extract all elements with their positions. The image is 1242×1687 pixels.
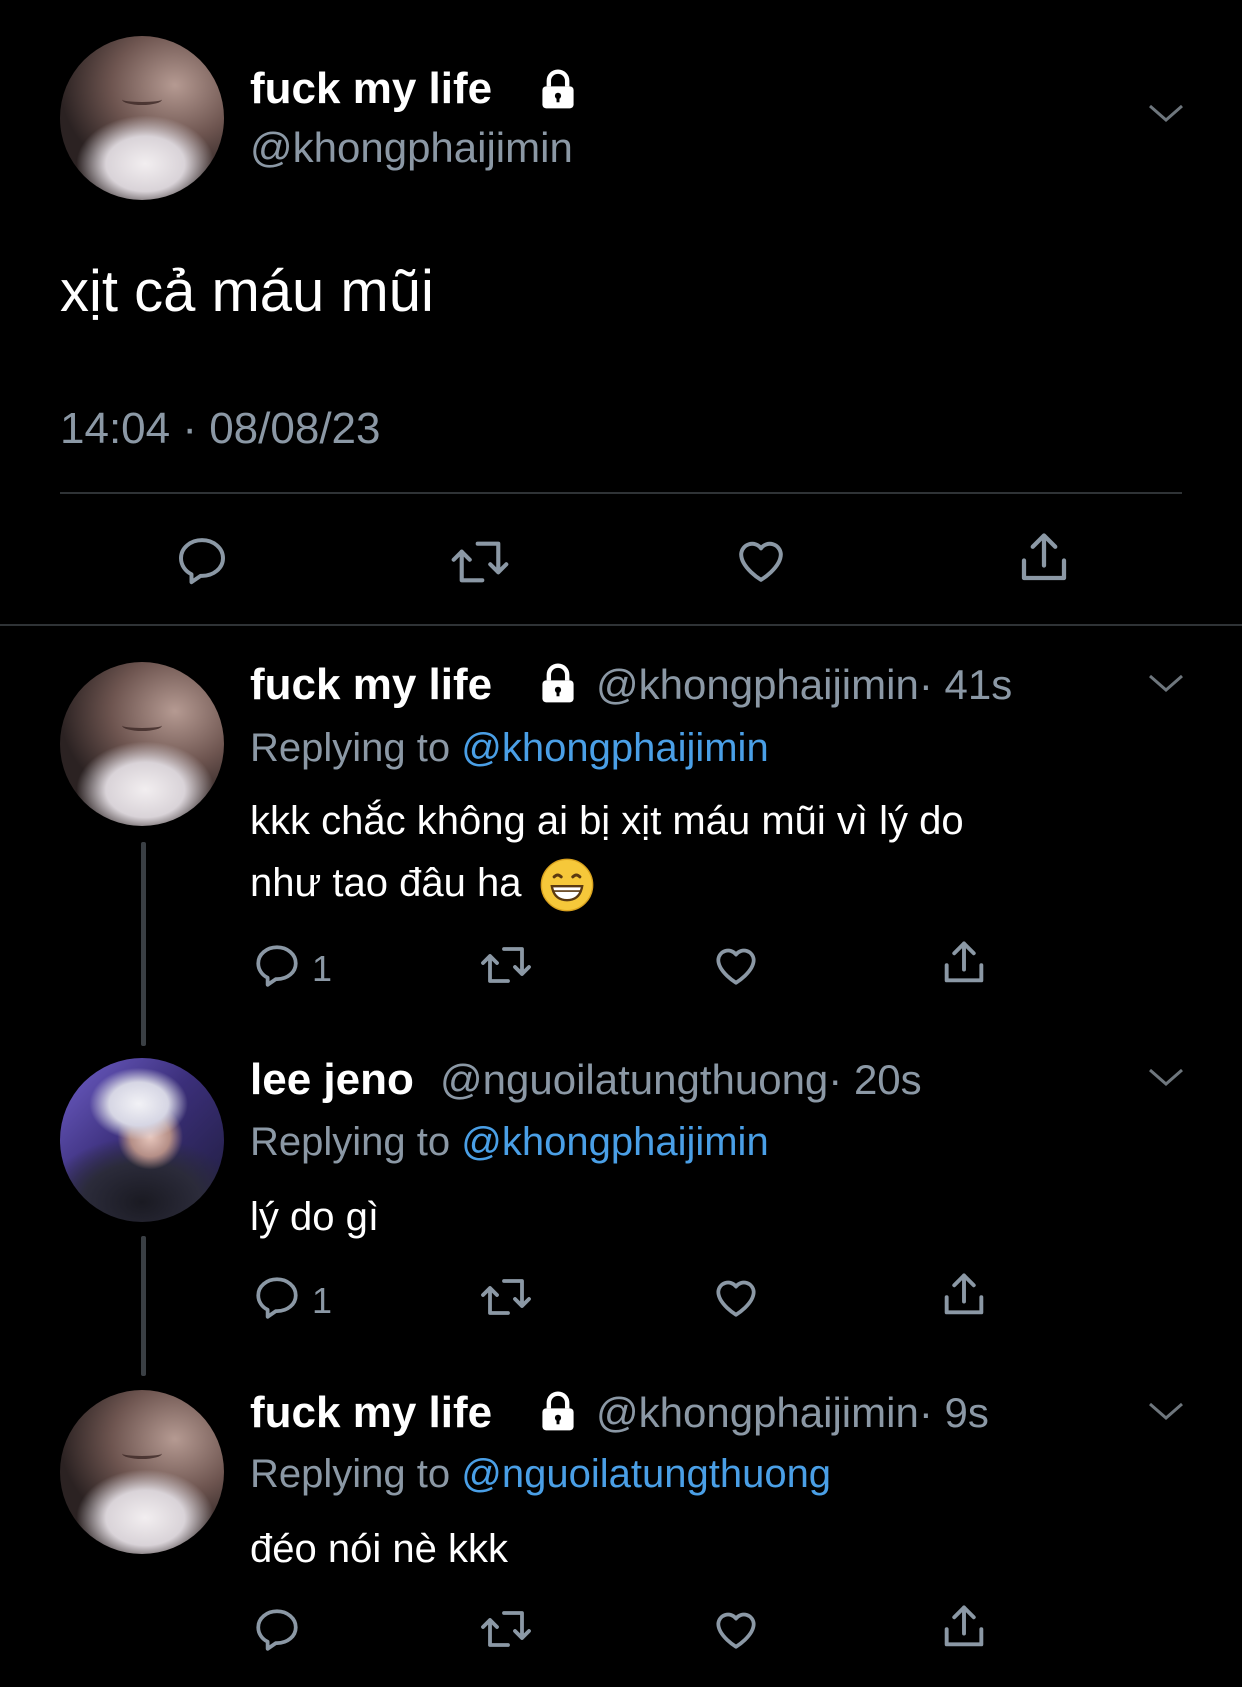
reply-text-line1: kkk chắc không ai bị xịt máu mũi vì lý d… <box>250 799 964 843</box>
reply-count: 1 <box>312 948 333 989</box>
divider <box>60 492 1182 494</box>
reply-icon[interactable] <box>252 1272 302 1322</box>
reply-handle[interactable]: @khongphaijimin· 41s <box>596 661 1012 709</box>
grinning-emoji-icon <box>539 857 595 913</box>
reply-text-line2-text: như tao đâu ha <box>250 861 522 905</box>
retweet-icon[interactable] <box>448 534 512 590</box>
reply-text: kkk chắc không ai bị xịt máu mũi vì lý d… <box>250 790 1150 914</box>
reply-text: lý do gì <box>250 1195 379 1239</box>
reply-handle-text[interactable]: @khongphaijimin <box>596 1389 919 1436</box>
main-tweet-text: xịt cả máu mũi <box>60 259 434 324</box>
replying-to-mention[interactable]: @khongphaijimin <box>461 1120 768 1164</box>
replying-to-label: Replying to <box>250 1452 451 1496</box>
chevron-down-icon[interactable] <box>1146 1398 1186 1426</box>
lock-icon <box>536 1390 580 1434</box>
reply-display-name[interactable]: lee jeno <box>250 1055 414 1105</box>
like-icon[interactable] <box>732 532 790 588</box>
share-icon[interactable] <box>938 936 990 990</box>
reply-icon[interactable] <box>252 940 302 990</box>
reply-avatar[interactable] <box>60 662 224 826</box>
like-icon[interactable] <box>710 940 762 990</box>
retweet-icon[interactable] <box>478 1604 534 1654</box>
reply-icon[interactable] <box>252 1604 302 1654</box>
retweet-icon[interactable] <box>478 1272 534 1322</box>
retweet-icon[interactable] <box>478 940 534 990</box>
main-handle[interactable]: @khongphaijimin <box>250 124 573 172</box>
main-avatar[interactable] <box>60 36 224 200</box>
replying-to-mention[interactable]: @nguoilatungthuong <box>461 1452 831 1496</box>
reply-avatar[interactable] <box>60 1058 224 1222</box>
share-icon[interactable] <box>938 1600 990 1654</box>
reply-icon[interactable] <box>174 532 230 588</box>
thread-line <box>141 1236 146 1376</box>
chevron-down-icon[interactable] <box>1146 100 1186 128</box>
like-icon[interactable] <box>710 1272 762 1322</box>
like-icon[interactable] <box>710 1604 762 1654</box>
reply-text: đéo nói nè kkk <box>250 1527 508 1571</box>
reply-time: · 9s <box>918 1389 989 1436</box>
reply-time: · 20s <box>828 1056 922 1103</box>
chevron-down-icon[interactable] <box>1146 670 1186 698</box>
reply-count: 1 <box>312 1280 333 1321</box>
section-divider <box>0 624 1242 626</box>
chevron-down-icon[interactable] <box>1146 1064 1186 1092</box>
replying-to: Replying to @khongphaijimin <box>250 726 769 771</box>
share-icon[interactable] <box>1014 528 1074 588</box>
replying-to-label: Replying to <box>250 1120 451 1164</box>
replying-to-mention[interactable]: @khongphaijimin <box>461 726 768 770</box>
reply-handle[interactable]: @nguoilatungthuong· 20s <box>440 1056 922 1104</box>
thread-line <box>141 842 146 1046</box>
reply-time: · 41s <box>918 661 1013 708</box>
replying-to: Replying to @khongphaijimin <box>250 1120 769 1165</box>
reply-handle-text[interactable]: @nguoilatungthuong <box>440 1056 828 1103</box>
reply-text-line2: như tao đâu ha <box>250 852 1150 914</box>
reply-display-name[interactable]: fuck my life <box>250 1388 492 1438</box>
reply-handle[interactable]: @khongphaijimin· 9s <box>596 1389 989 1437</box>
replying-to-label: Replying to <box>250 726 451 770</box>
main-display-name[interactable]: fuck my life <box>250 64 492 114</box>
share-icon[interactable] <box>938 1268 990 1322</box>
lock-icon <box>536 662 580 706</box>
main-timestamp[interactable]: 14:04 · 08/08/23 <box>60 404 380 454</box>
replying-to: Replying to @nguoilatungthuong <box>250 1452 831 1497</box>
reply-handle-text[interactable]: @khongphaijimin <box>596 661 919 708</box>
reply-display-name[interactable]: fuck my life <box>250 660 492 710</box>
reply-avatar[interactable] <box>60 1390 224 1554</box>
lock-icon <box>536 68 580 112</box>
